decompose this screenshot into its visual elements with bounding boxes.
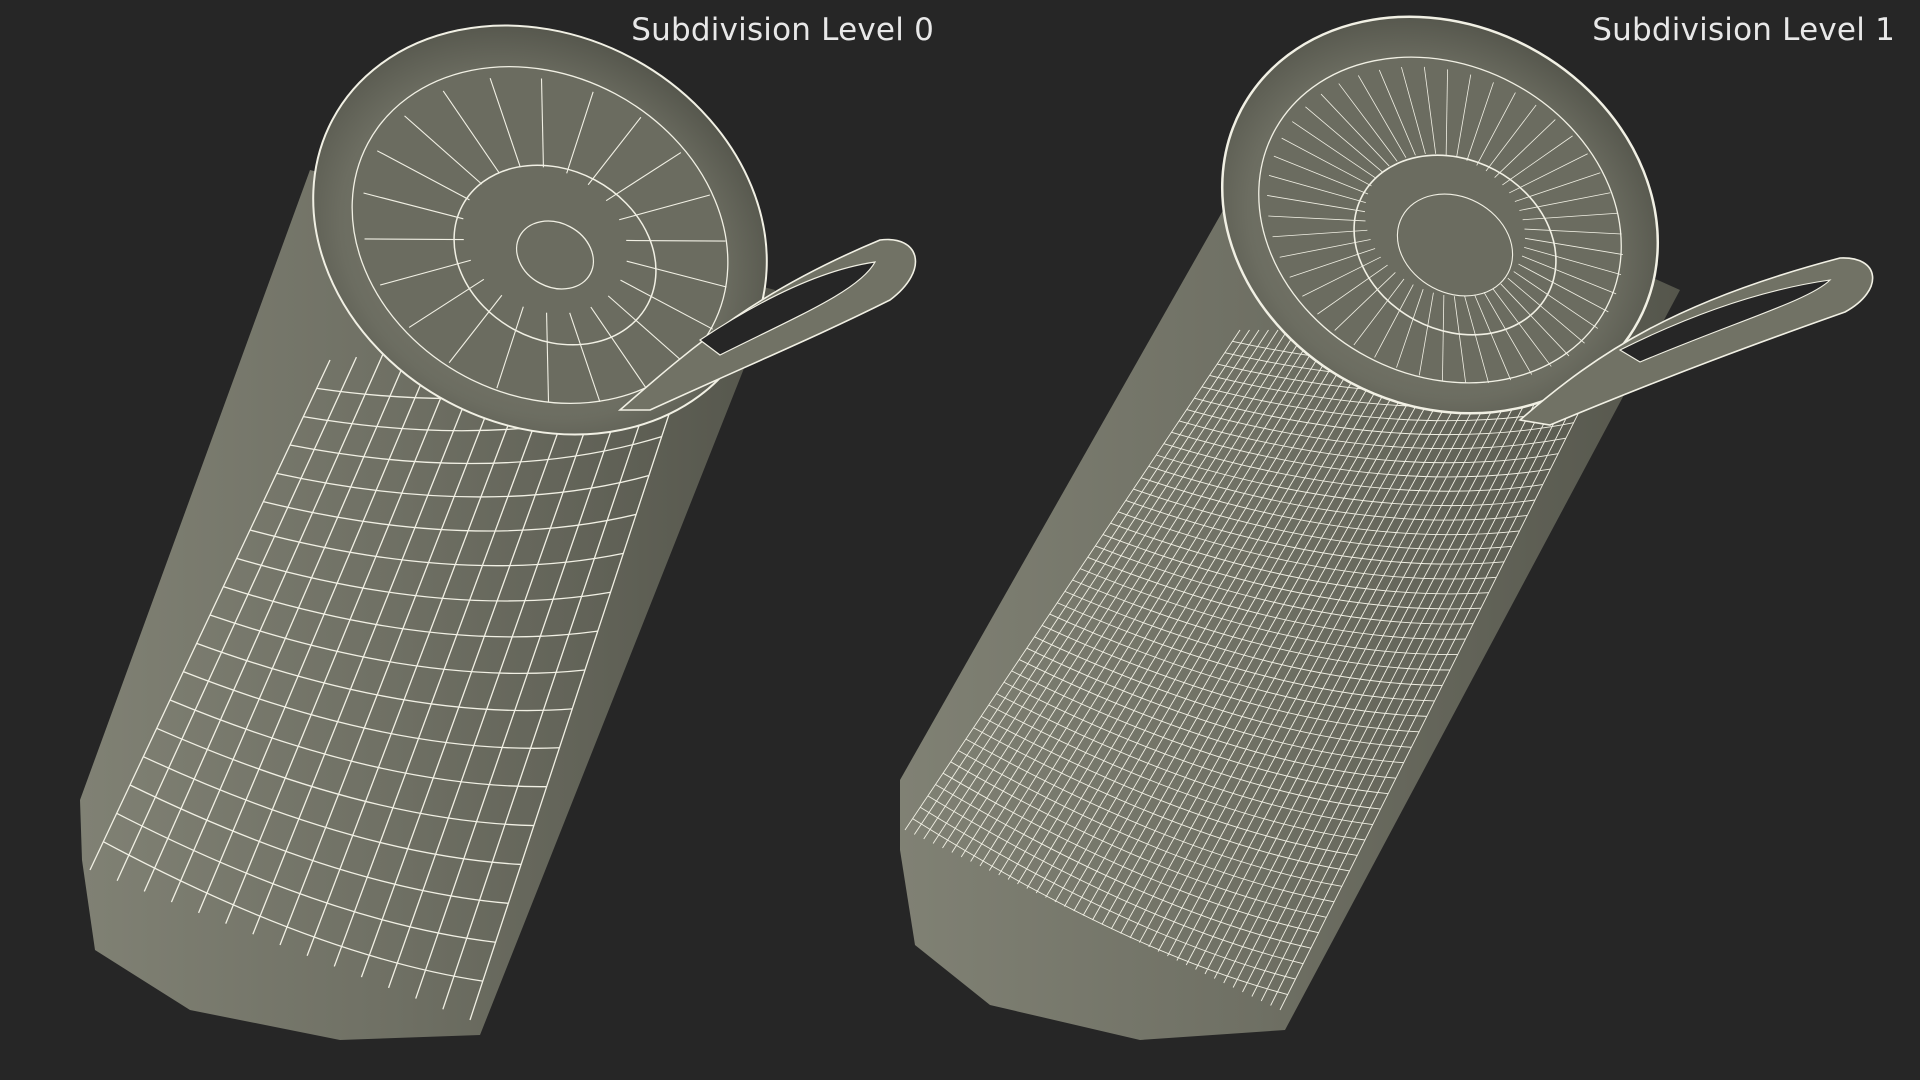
render-canvas: { "panels": [ { "label": "Subdivision Le…	[0, 0, 1920, 1080]
can-model-level-1	[900, 15, 1874, 1040]
viewport-render	[80, 15, 1874, 1040]
wire-edge	[626, 239, 726, 242]
can-model-level-0	[80, 24, 917, 1040]
wire-edge	[364, 238, 464, 241]
